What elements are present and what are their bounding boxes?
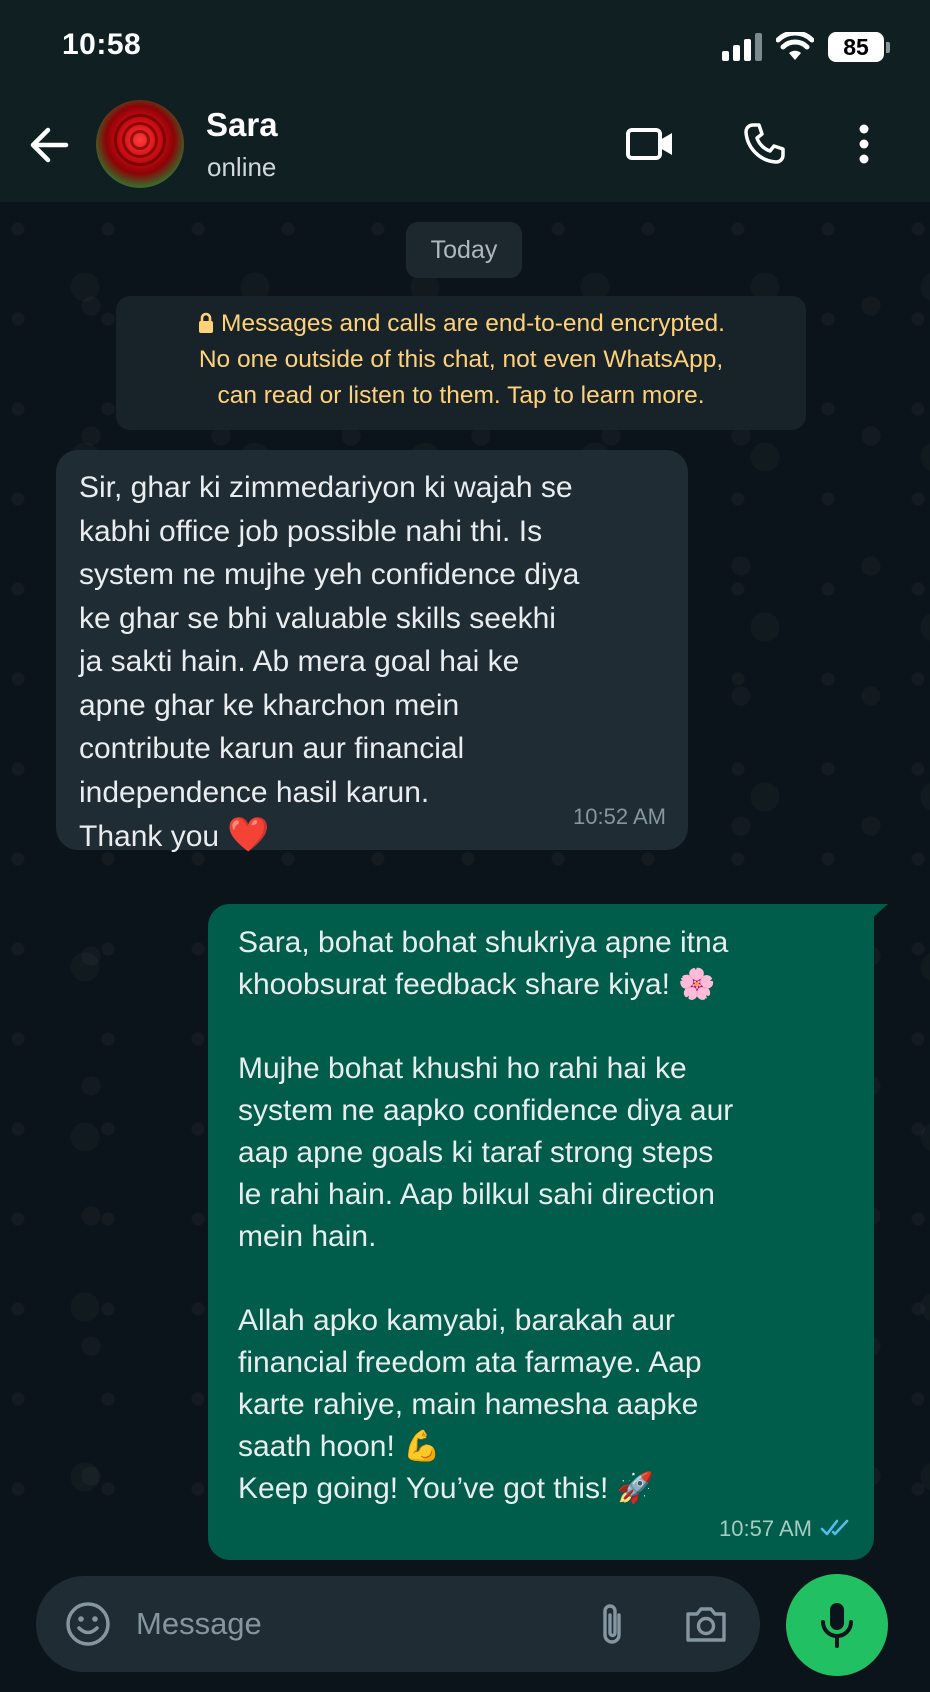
message-text-line: mein hain. (238, 1220, 377, 1253)
outgoing-bubble-tail (868, 904, 888, 922)
message-text-line: khoobsurat feedback share kiya! 🌸 (238, 968, 716, 1001)
cellular-signal-icon (722, 33, 762, 61)
message-input-box[interactable] (36, 1576, 760, 1672)
message-text-line: Mujhe bohat khushi ho rahi hai ke (238, 1052, 687, 1085)
emoji-button[interactable] (62, 1598, 114, 1650)
camera-icon (686, 1607, 726, 1642)
message-composer (0, 1572, 930, 1692)
battery-level: 85 (828, 32, 884, 62)
back-button[interactable] (22, 118, 76, 172)
double-check-blue-icon (820, 1519, 849, 1536)
status-bar: 10:58 85 (0, 0, 930, 92)
voice-call-button[interactable] (734, 114, 794, 174)
encryption-notice-line-2: No one outside of this chat, not even Wh… (198, 346, 724, 373)
outgoing-message-bubble[interactable]: Sara, bohat bohat shukriya apne itna kho… (208, 904, 874, 1560)
chat-header: Sara online (0, 92, 930, 202)
encryption-notice-line-1: Messages and calls are end-to-end encryp… (116, 306, 806, 342)
video-call-button[interactable] (620, 114, 680, 174)
phone-icon (744, 123, 785, 164)
avatar[interactable] (96, 100, 184, 188)
voice-message-button[interactable] (786, 1574, 888, 1676)
date-chip: Today (406, 222, 522, 278)
message-text-line: kabhi office job possible nahi thi. Is (79, 514, 543, 548)
message-text-line: apne ghar ke kharchon mein (79, 688, 460, 722)
message-text-line: ke ghar se bhi valuable skills seekhi (79, 601, 556, 635)
message-text-line: ja sakti hain. Ab mera goal hai ke (79, 645, 520, 678)
message-meta: 10:57 AM (719, 1507, 854, 1551)
whatsapp-chat-screen: 10:58 85 Sara online Today Messages and … (0, 0, 930, 1692)
message-text-line: system ne aapko confidence diya aur (238, 1094, 734, 1127)
message-text-line: le rahi hain. Aap bilkul sahi direction (238, 1178, 715, 1211)
message-text-line: Sara, bohat bohat shukriya apne itna (238, 926, 729, 959)
emoji-icon (66, 1602, 110, 1646)
incoming-message-bubble[interactable]: Sir, ghar ki zimmedariyon ki wajah se ka… (56, 450, 688, 855)
message-timestamp: 10:57 AM (719, 1515, 812, 1541)
battery-icon: 85 (828, 32, 890, 62)
heart-emoji: ❤️ (227, 815, 270, 855)
back-arrow-icon (30, 127, 69, 163)
message-text-line: financial freedom ata farmaye. Aap (238, 1346, 702, 1379)
message-text-line: aap apne goals ki taraf strong steps (238, 1136, 714, 1169)
chat-messages-area[interactable]: Today Messages and calls are end-to-end … (0, 202, 930, 1572)
attach-button[interactable] (584, 1596, 640, 1652)
paperclip-icon (603, 1604, 621, 1644)
more-vertical-icon (859, 124, 869, 164)
message-text-line: Sir, ghar ki zimmedariyon ki wajah se (79, 471, 573, 504)
status-time: 10:58 (62, 28, 142, 61)
message-text-line: Keep going! You’ve got this! 🚀 (238, 1472, 654, 1505)
wifi-icon (776, 32, 814, 60)
top-bar: 10:58 85 Sara online (0, 0, 930, 202)
message-text-line: saath hoon! 💪 (238, 1430, 441, 1463)
lock-icon (199, 312, 214, 333)
video-camera-icon (626, 128, 672, 160)
contact-name[interactable]: Sara (206, 106, 278, 144)
message-text-line: Allah apko kamyabi, barakah aur (238, 1304, 675, 1337)
message-text-line: system ne mujhe yeh confidence diya (79, 558, 580, 591)
status-icons: 85 (722, 30, 890, 64)
camera-button[interactable] (676, 1596, 736, 1652)
message-timestamp: 10:52 AM (573, 803, 666, 829)
message-text-line: contribute karun aur financial (79, 732, 465, 765)
message-text-line: karte rahiye, main hamesha aapke (238, 1388, 699, 1421)
encryption-notice-line-3: can read or listen to them. Tap to learn… (217, 382, 705, 409)
more-options-button[interactable] (834, 114, 894, 174)
microphone-icon (821, 1603, 853, 1648)
message-input[interactable] (136, 1596, 566, 1652)
contact-status: online (207, 152, 277, 182)
encryption-notice[interactable]: Messages and calls are end-to-end encryp… (116, 296, 806, 430)
